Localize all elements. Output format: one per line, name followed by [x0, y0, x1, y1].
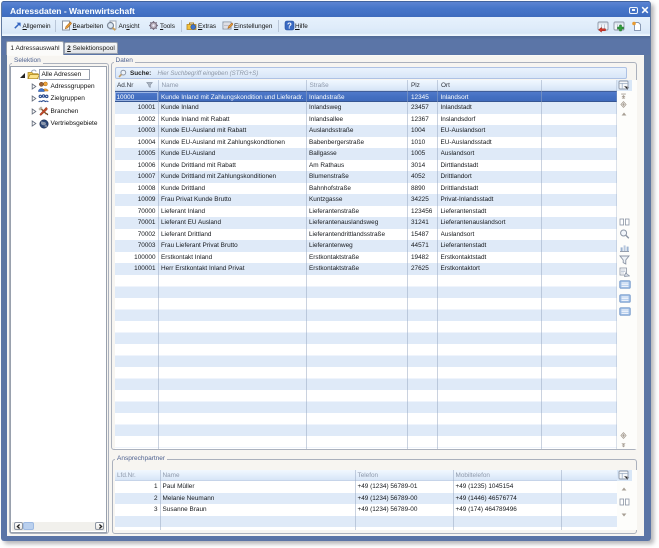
svg-text:?: ?	[287, 21, 292, 30]
